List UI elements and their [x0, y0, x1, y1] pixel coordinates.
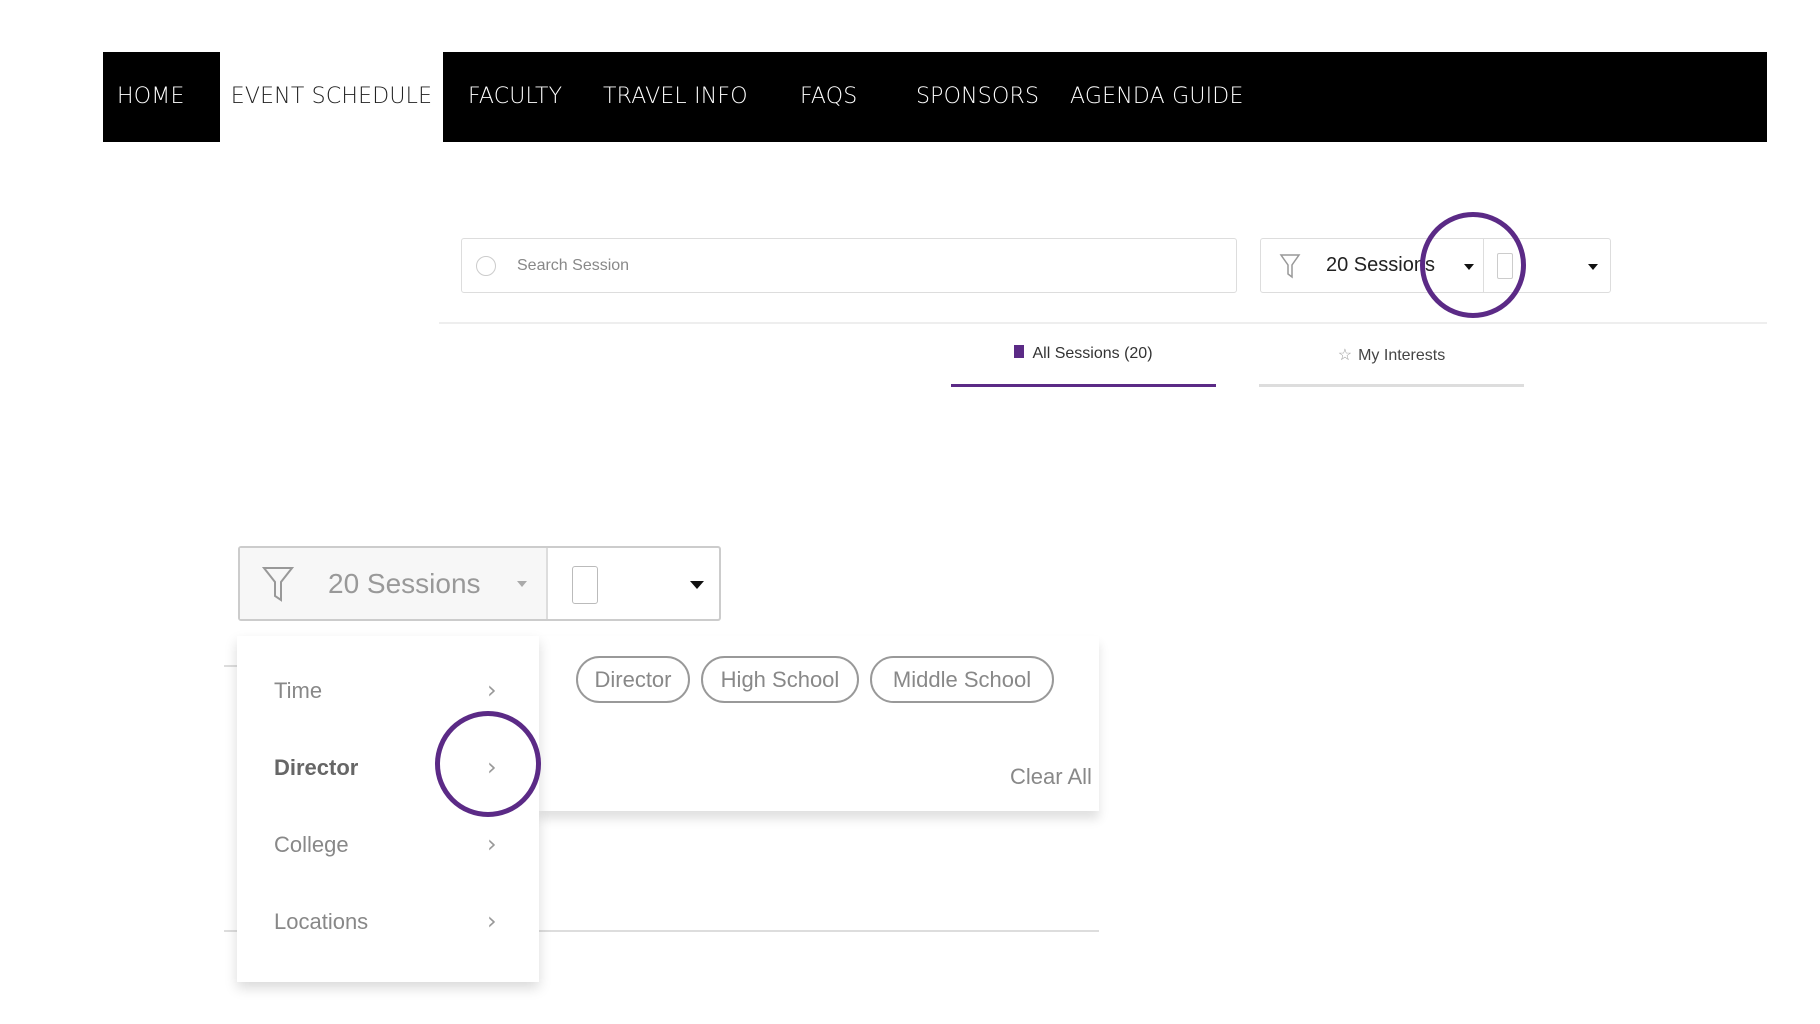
menu-label: College — [274, 832, 349, 857]
search-icon — [476, 256, 496, 276]
filter-icon — [262, 567, 294, 602]
search-input[interactable]: Search Session — [461, 238, 1237, 293]
caret-down-icon — [690, 581, 704, 589]
chip-high-school[interactable]: High School — [701, 656, 859, 703]
chevron-right-icon: › — [487, 676, 497, 704]
filter-options-panel: Director High School Middle School Clear… — [539, 636, 1099, 811]
nav-home[interactable]: HOME — [103, 52, 220, 142]
menu-label: Locations — [274, 909, 369, 934]
divider — [439, 322, 1767, 324]
highlight-circle — [435, 711, 541, 817]
chip-middle-school[interactable]: Middle School — [870, 656, 1054, 703]
star-icon: ☆ — [1337, 347, 1353, 364]
filter-icon — [1279, 254, 1301, 279]
tab-my-interests[interactable]: ☆ My Interests — [1259, 345, 1524, 387]
menu-label: Time — [274, 678, 323, 703]
highlight-circle — [1420, 212, 1526, 318]
nav-faqs[interactable]: FAQS — [800, 52, 857, 142]
filter-label: 20 Sessions — [1326, 254, 1435, 276]
filter-label: 20 Sessions — [328, 568, 481, 599]
zoomed-ticket-dropdown[interactable] — [548, 548, 719, 619]
zoomed-filter-control: 20 Sessions — [238, 546, 721, 621]
zoomed-filter-dropdown[interactable]: 20 Sessions — [240, 548, 548, 619]
nav-event-schedule[interactable]: EVENT SCHEDULE — [220, 52, 443, 142]
caret-down-icon — [1588, 264, 1598, 270]
ticket-icon — [572, 566, 598, 604]
divider — [224, 665, 238, 667]
tab-label: All Sessions (20) — [1032, 345, 1153, 362]
caret-down-icon — [517, 581, 527, 587]
nav-faculty[interactable]: FACULTY — [468, 52, 562, 142]
chevron-right-icon: › — [487, 907, 497, 935]
nav-agenda-guide[interactable]: AGENDA GUIDE — [1070, 52, 1244, 142]
menu-label: Director — [274, 755, 359, 780]
clear-all-button[interactable]: Clear All — [1010, 764, 1092, 790]
nav-travel-info[interactable]: TRAVEL INFO — [603, 52, 748, 142]
search-placeholder: Search Session — [517, 257, 630, 274]
chevron-right-icon: › — [487, 830, 497, 858]
tab-label: My Interests — [1358, 347, 1446, 364]
chip-director[interactable]: Director — [576, 656, 690, 703]
top-nav: HOME EVENT SCHEDULE FACULTY TRAVEL INFO … — [103, 52, 1767, 142]
bookmark-icon — [1014, 345, 1025, 358]
nav-sponsors[interactable]: SPONSORS — [916, 52, 1039, 142]
tab-all-sessions[interactable]: All Sessions (20) — [951, 345, 1216, 387]
